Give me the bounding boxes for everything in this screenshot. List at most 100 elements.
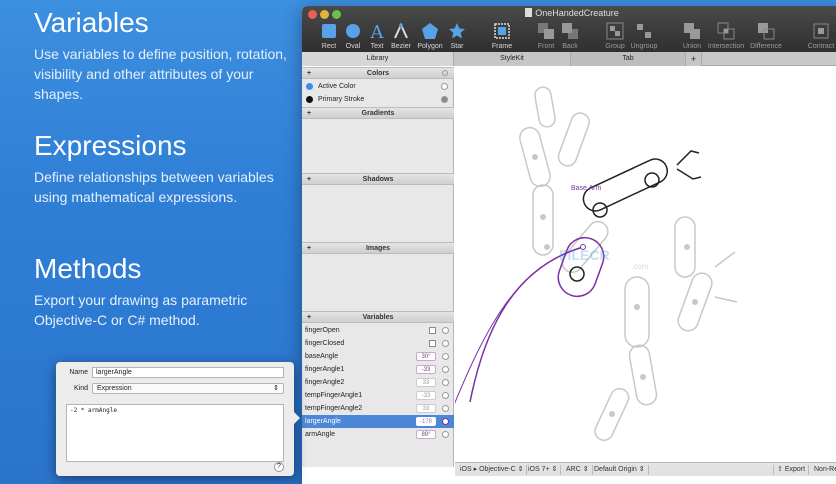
- drawing-canvas[interactable]: Base Arm FILECR .com: [444, 67, 836, 466]
- color-item-active[interactable]: Active Color: [302, 80, 454, 93]
- variable-name: fingerClosed: [305, 340, 345, 347]
- frame-tool-button[interactable]: Frame: [482, 21, 522, 50]
- promo-body: Export your drawing as parametric Object…: [34, 292, 248, 328]
- tab-library[interactable]: Library: [302, 52, 454, 66]
- difference-icon: [746, 21, 786, 41]
- back-icon: [550, 21, 590, 41]
- origin-popup[interactable]: Default Origin ⇕: [591, 465, 649, 475]
- platform-popup[interactable]: iOS ▸ Objective-C ⇕: [457, 465, 528, 475]
- gradients-section-header[interactable]: + Gradients: [302, 107, 454, 119]
- tool-label: Difference: [750, 43, 782, 50]
- promo-title: Methods: [34, 253, 142, 284]
- color-name: Primary Stroke: [318, 96, 365, 103]
- kind-select[interactable]: Expression ⇕: [92, 383, 284, 394]
- nonretina-button[interactable]: Non-Re: [811, 465, 836, 475]
- promo-body: Use variables to define position, rotati…: [34, 46, 287, 102]
- add-gradient-icon[interactable]: +: [307, 108, 311, 119]
- contract-icon: [801, 21, 836, 41]
- ungroup-icon: [624, 21, 664, 41]
- contract-button[interactable]: Contract: [801, 21, 836, 50]
- variable-name: fingerAngle2: [305, 379, 345, 386]
- color-swatch: [306, 83, 313, 90]
- section-title: Variables: [362, 314, 394, 321]
- tab-stylekit[interactable]: StyleKit: [454, 52, 571, 66]
- variable-inspector-popover: Name largerAngle Kind Expression ⇕ -2 * …: [56, 362, 300, 476]
- variable-row[interactable]: fingerAngle1 -33: [302, 363, 454, 376]
- add-shadow-icon[interactable]: +: [307, 174, 311, 185]
- variable-name-input[interactable]: largerAngle: [92, 367, 284, 378]
- variable-row[interactable]: tempFingerAngle1 -33: [302, 389, 454, 402]
- promo-body: Define relationships between variables u…: [34, 169, 274, 205]
- variable-value-field[interactable]: 33: [416, 378, 436, 387]
- help-icon[interactable]: ?: [274, 462, 284, 472]
- variable-row-selected[interactable]: largerAngle -178: [302, 415, 454, 428]
- variable-row[interactable]: fingerAngle2 33: [302, 376, 454, 389]
- images-section-header[interactable]: + Images: [302, 242, 454, 254]
- variable-value-field[interactable]: 30°: [416, 352, 436, 361]
- section-title: Shadows: [362, 176, 394, 183]
- version-popup[interactable]: iOS 7+ ⇕: [525, 465, 562, 475]
- intersection-icon: [706, 21, 746, 41]
- variable-connector[interactable]: [442, 418, 449, 425]
- tab-tab[interactable]: Tab: [571, 52, 686, 66]
- variable-row[interactable]: tempFingerAngle2 33: [302, 402, 454, 415]
- add-variable-icon[interactable]: +: [307, 312, 311, 323]
- intersection-button[interactable]: Intersection: [706, 21, 746, 50]
- tool-label: Star: [450, 43, 464, 50]
- variable-name: baseAngle: [305, 353, 339, 360]
- back-button[interactable]: Back: [550, 21, 590, 50]
- variable-connector[interactable]: [442, 431, 449, 438]
- variable-name: fingerAngle1: [305, 366, 345, 373]
- variable-value-field[interactable]: -178: [416, 417, 436, 426]
- bottom-bar: iOS ▸ Objective-C ⇕ iOS 7+ ⇕ ARC ⇕ Defau…: [455, 462, 836, 476]
- arc-popup[interactable]: ARC ⇕: [563, 465, 593, 475]
- app-window: OneHandedCreature Rect Oval A Text Bezie…: [302, 6, 836, 484]
- shadows-section-header[interactable]: + Shadows: [302, 173, 454, 185]
- variable-name: largerAngle: [305, 418, 341, 425]
- variable-row[interactable]: armAngle 89°: [302, 428, 454, 441]
- colors-section-header[interactable]: + Colors: [302, 67, 454, 79]
- color-radio[interactable]: [441, 96, 448, 103]
- variable-connector[interactable]: [442, 379, 449, 386]
- tool-label: Ungroup: [630, 43, 658, 50]
- tool-label: Union: [682, 43, 702, 50]
- tool-label: Bezier: [391, 43, 411, 50]
- variable-value-field[interactable]: -33: [416, 391, 436, 400]
- variable-name: armAngle: [305, 431, 335, 438]
- variable-connector[interactable]: [442, 405, 449, 412]
- ungroup-button[interactable]: Ungroup: [624, 21, 664, 50]
- color-name: Active Color: [318, 83, 356, 90]
- section-title: Colors: [366, 70, 390, 77]
- color-radio[interactable]: [441, 83, 448, 90]
- add-image-icon[interactable]: +: [307, 243, 311, 254]
- window-title: OneHandedCreature: [302, 8, 836, 18]
- variables-section-header[interactable]: + Variables: [302, 311, 454, 323]
- variable-checkbox[interactable]: [429, 340, 436, 347]
- color-swatch: [306, 96, 313, 103]
- star-tool-button[interactable]: Star: [437, 21, 477, 50]
- add-color-icon[interactable]: +: [307, 68, 311, 79]
- watermark: FILECR: [559, 247, 610, 263]
- color-item-primary-stroke[interactable]: Primary Stroke: [302, 93, 454, 106]
- variable-value-field[interactable]: 33: [416, 404, 436, 413]
- variable-row[interactable]: fingerOpen: [302, 324, 454, 337]
- document-icon: [525, 8, 533, 17]
- popover-caret: [294, 412, 300, 424]
- promo-methods: Methods Export your drawing as parametri…: [34, 254, 294, 330]
- export-button[interactable]: ⇪ Export: [773, 465, 810, 475]
- expression-editor[interactable]: -2 * armAngle: [66, 404, 284, 462]
- variable-checkbox[interactable]: [429, 327, 436, 334]
- variable-connector[interactable]: [442, 366, 449, 373]
- variable-value-field[interactable]: 89°: [416, 430, 436, 439]
- variable-row[interactable]: baseAngle 30°: [302, 350, 454, 363]
- variable-value-field[interactable]: -33: [416, 365, 436, 374]
- base-arm-label: Base Arm: [571, 185, 602, 192]
- variable-connector[interactable]: [442, 392, 449, 399]
- difference-button[interactable]: Difference: [746, 21, 786, 50]
- add-tab-button[interactable]: +: [686, 52, 702, 66]
- section-options-icon[interactable]: [442, 70, 448, 76]
- variable-connector[interactable]: [442, 340, 449, 347]
- variable-row[interactable]: fingerClosed: [302, 337, 454, 350]
- variable-connector[interactable]: [442, 353, 449, 360]
- variable-connector[interactable]: [442, 327, 449, 334]
